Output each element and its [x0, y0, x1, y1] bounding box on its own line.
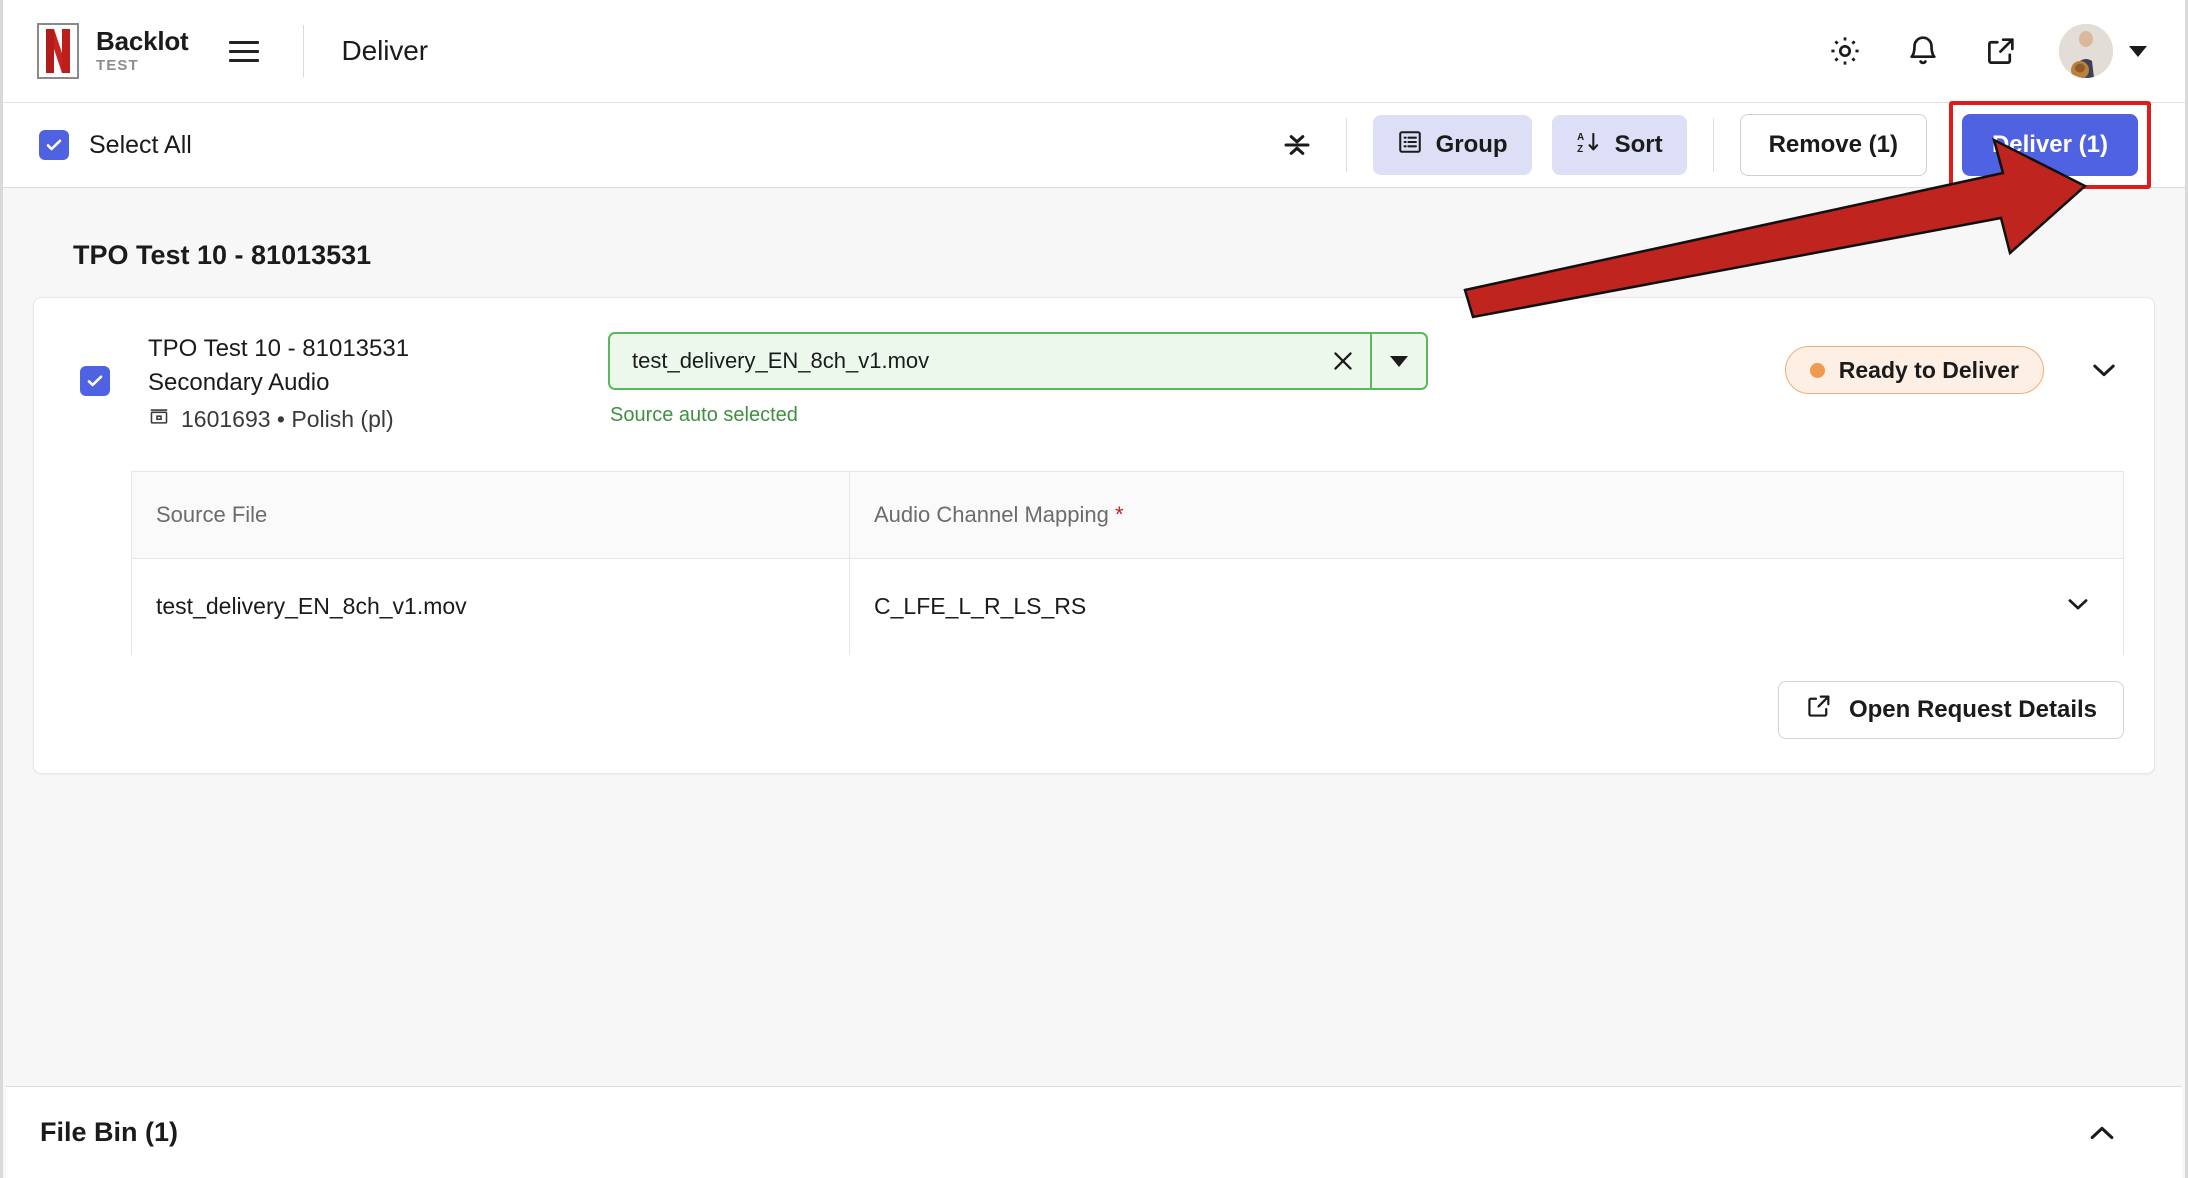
app-window: Backlot TEST Deliver Select All Group A …	[0, 0, 2188, 1178]
external-link-icon[interactable]	[1981, 31, 2021, 71]
select-all-checkbox[interactable]	[39, 130, 69, 160]
card-actions: Open Request Details	[34, 655, 2154, 773]
cell-source-file: test_delivery_EN_8ch_v1.mov	[132, 558, 850, 655]
dropdown-arrow-icon[interactable]	[1372, 355, 1426, 367]
status-badge: Ready to Deliver	[1784, 346, 2044, 394]
asset-box-icon	[148, 402, 170, 437]
item-status-group: Ready to Deliver	[1784, 332, 2124, 394]
column-header-audio-channel-mapping-label: Audio Channel Mapping	[874, 501, 1109, 527]
external-link-icon	[1805, 692, 1833, 727]
svg-text:Z: Z	[1577, 143, 1583, 154]
status-dot-icon	[1809, 362, 1825, 378]
source-helper-text: Source auto selected	[610, 404, 798, 426]
remove-button[interactable]: Remove (1)	[1739, 114, 1927, 176]
item-metadata: TPO Test 10 - 81013531 Secondary Audio 1…	[148, 332, 568, 437]
column-header-audio-channel-mapping: Audio Channel Mapping *	[850, 472, 2123, 558]
deliver-button-highlight: Deliver (1)	[1948, 101, 2151, 189]
group-heading: TPO Test 10 - 81013531	[73, 240, 372, 270]
table-row: test_delivery_EN_8ch_v1.mov C_LFE_L_R_LS…	[132, 558, 2123, 655]
delivery-item-card: TPO Test 10 - 81013531 Secondary Audio 1…	[33, 297, 2155, 774]
top-navigation-bar: Backlot TEST Deliver	[3, 0, 2185, 103]
table-header-row: Source File Audio Channel Mapping *	[132, 471, 2123, 559]
action-bar-buttons: Group A Z Sort Remove (1) Deliver (1)	[1274, 101, 2151, 189]
avatar[interactable]	[2059, 24, 2113, 78]
sort-button[interactable]: A Z Sort	[1551, 115, 1687, 175]
collapse-all-icon[interactable]	[1274, 122, 1320, 168]
brand-logo-group[interactable]: Backlot TEST	[37, 23, 189, 79]
item-meta-text: 1601693 • Polish (pl)	[181, 406, 394, 433]
open-request-details-button[interactable]: Open Request Details	[1777, 680, 2124, 739]
netflix-n-logo-icon	[37, 23, 79, 79]
sort-az-icon: A Z	[1576, 129, 1602, 162]
clear-icon[interactable]	[1316, 347, 1370, 375]
select-all-control[interactable]: Select All	[39, 130, 192, 160]
status-badge-label: Ready to Deliver	[1838, 356, 2019, 383]
file-bin-chevron-up-icon[interactable]	[2084, 1115, 2120, 1151]
gear-icon[interactable]	[1825, 31, 1865, 71]
item-checkbox[interactable]	[80, 366, 110, 396]
item-meta-line: 1601693 • Polish (pl)	[148, 402, 568, 437]
group-button[interactable]: Group	[1372, 115, 1532, 175]
item-title: TPO Test 10 - 81013531	[148, 335, 410, 362]
source-mapping-table: Source File Audio Channel Mapping * test…	[131, 470, 2124, 655]
source-file-value: test_delivery_EN_8ch_v1.mov	[632, 348, 930, 373]
action-bar-divider-2	[1712, 118, 1714, 172]
page-title: Deliver	[341, 35, 429, 66]
svg-text:A: A	[1577, 131, 1584, 142]
hamburger-menu-icon[interactable]	[228, 31, 269, 71]
select-all-label: Select All	[89, 130, 192, 159]
action-bar-divider-1	[1345, 118, 1347, 172]
selection-action-bar: Select All Group A Z Sort Remove (1) Del…	[3, 101, 2185, 189]
cell-audio-channel-mapping-value: C_LFE_L_R_LS_RS	[874, 593, 1087, 620]
chevron-down-icon[interactable]	[2129, 45, 2147, 57]
brand-environment-label: TEST	[96, 57, 139, 75]
delivery-item-row: TPO Test 10 - 81013531 Secondary Audio 1…	[34, 298, 2154, 457]
group-button-label: Group	[1435, 131, 1508, 158]
required-marker: *	[1114, 501, 1124, 527]
mapping-chevron-down-icon[interactable]	[2063, 589, 2093, 625]
cell-audio-channel-mapping[interactable]: C_LFE_L_R_LS_RS	[850, 559, 2123, 655]
list-box-icon	[1397, 129, 1423, 162]
open-request-details-label: Open Request Details	[1848, 695, 2097, 723]
file-bin-label: File Bin (1)	[40, 1117, 179, 1147]
item-expand-chevron-down-icon[interactable]	[2084, 350, 2124, 390]
item-checkbox-wrap	[80, 366, 110, 396]
item-subtitle: Secondary Audio	[148, 369, 330, 397]
brand-title: Backlot	[96, 25, 189, 56]
bell-icon[interactable]	[1903, 31, 1943, 71]
header-actions	[1825, 24, 2147, 78]
header-divider	[302, 25, 304, 77]
column-header-source-file: Source File	[132, 471, 850, 558]
source-select-group: test_delivery_EN_8ch_v1.mov Source auto …	[608, 332, 1428, 427]
deliver-content: TPO Test 10 - 81013531 TPO Test 10 - 810…	[3, 188, 2185, 774]
deliver-button[interactable]: Deliver (1)	[1961, 114, 2138, 176]
sort-button-label: Sort	[1614, 131, 1663, 158]
account-menu[interactable]	[2059, 24, 2147, 78]
file-bin-bar[interactable]: File Bin (1)	[6, 1086, 2182, 1178]
source-file-select[interactable]: test_delivery_EN_8ch_v1.mov	[608, 332, 1428, 390]
